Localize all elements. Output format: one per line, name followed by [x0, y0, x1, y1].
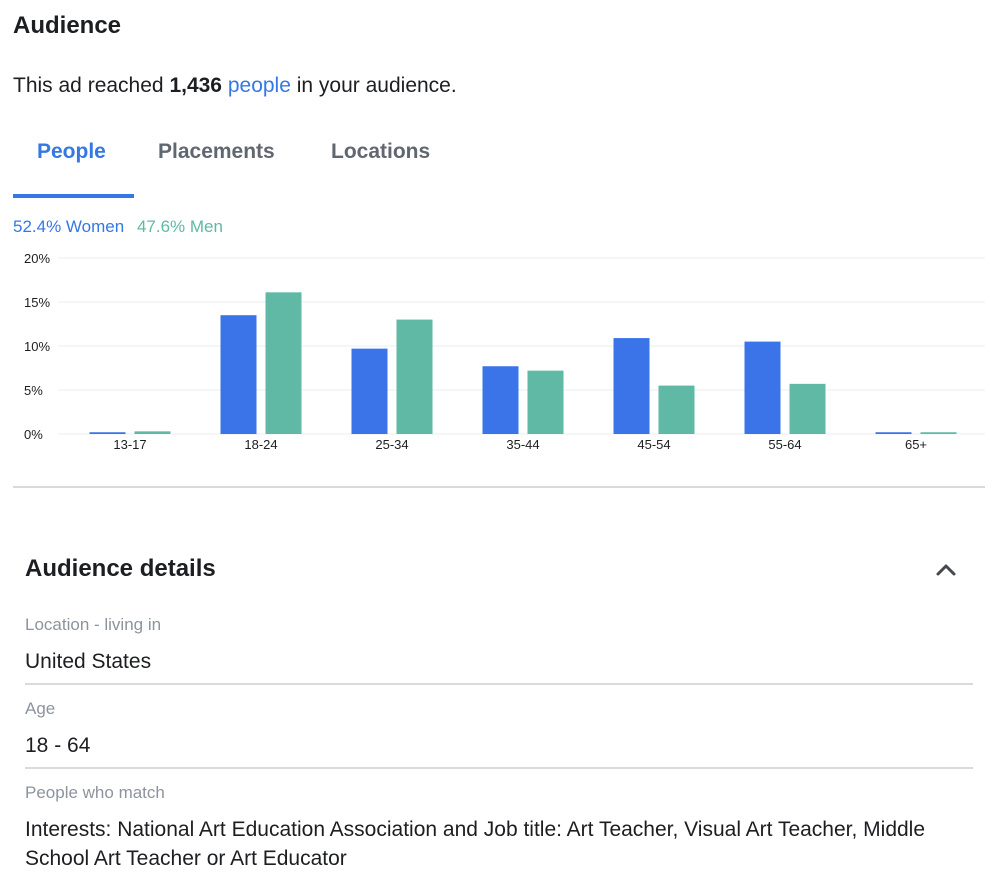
- bar-women: [875, 432, 912, 434]
- y-tick-label: 20%: [24, 251, 50, 266]
- detail-label: Age: [25, 699, 56, 718]
- bar-men: [789, 383, 826, 434]
- x-tick-label: 13-17: [113, 437, 146, 452]
- detail-label: Location - living in: [25, 615, 162, 634]
- active-tab-indicator: [13, 194, 134, 198]
- collapse-details-button[interactable]: [930, 556, 962, 582]
- detail-value: Interests: National Art Education Associ…: [25, 818, 926, 870]
- x-tick-label: 18-24: [244, 437, 277, 452]
- bar-men: [265, 292, 302, 434]
- x-tick-label: 45-54: [637, 437, 670, 452]
- chevron-up-icon: [936, 564, 956, 576]
- men-share: 47.6% Men: [136, 217, 223, 236]
- x-tick-label: 25-34: [375, 437, 408, 452]
- reach-prefix: This ad reached: [13, 74, 164, 97]
- gender-split: 52.4% Women 47.6% Men: [13, 217, 223, 237]
- page-title: Audience: [13, 12, 122, 39]
- reach-summary: This ad reached 1,436 people in your aud…: [13, 74, 457, 98]
- bar-women: [744, 341, 781, 434]
- bar-women: [220, 315, 257, 434]
- audience-details-title: Audience details: [25, 555, 216, 582]
- bar-men: [396, 319, 433, 434]
- tab-people[interactable]: People: [37, 140, 106, 164]
- bar-men: [920, 432, 957, 434]
- people-link[interactable]: people: [228, 74, 291, 97]
- y-tick-label: 10%: [24, 339, 50, 354]
- y-tick-label: 15%: [24, 295, 50, 310]
- detail-separator: [25, 767, 973, 769]
- bar-women: [482, 366, 519, 434]
- detail-location: Location - living in United States: [25, 615, 973, 685]
- reach-suffix: in your audience.: [296, 74, 457, 97]
- reach-count: 1,436: [169, 74, 222, 97]
- detail-label: People who match: [25, 783, 165, 802]
- bar-men: [658, 385, 695, 434]
- detail-people-who-match: People who match Interests: National Art…: [25, 783, 973, 873]
- detail-value: 18 - 64: [25, 734, 91, 757]
- bar-women: [351, 348, 388, 434]
- detail-age: Age 18 - 64: [25, 699, 973, 769]
- women-share: 52.4% Women: [13, 217, 125, 236]
- bar-women: [89, 432, 126, 434]
- y-tick-label: 0%: [24, 427, 43, 442]
- age-gender-bar-chart: 0% 5% 10% 15% 20% 13-17 18-24 25-34 35-44 45-54 55…: [24, 251, 985, 452]
- y-tick-label: 5%: [24, 383, 43, 398]
- tab-placements[interactable]: Placements: [158, 140, 275, 164]
- detail-value: United States: [25, 650, 152, 673]
- audience-tabs: People Placements Locations: [13, 130, 985, 198]
- x-tick-label: 55-64: [768, 437, 801, 452]
- section-divider: [13, 486, 985, 488]
- bar-men: [527, 370, 564, 434]
- x-tick-label: 65+: [905, 437, 927, 452]
- bar-men: [134, 431, 171, 434]
- x-tick-label: 35-44: [506, 437, 539, 452]
- detail-separator: [25, 683, 973, 685]
- tab-locations[interactable]: Locations: [331, 140, 430, 164]
- bar-women: [613, 338, 650, 434]
